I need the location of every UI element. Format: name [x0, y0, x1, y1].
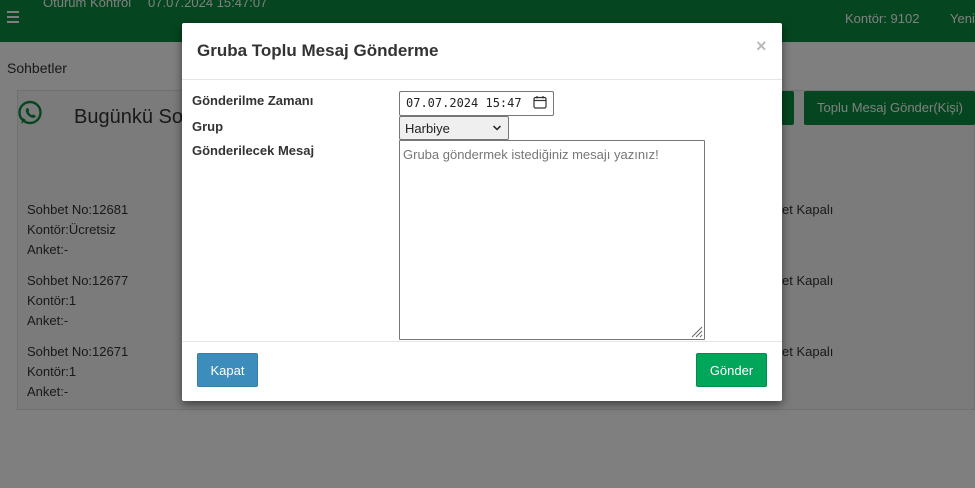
- resize-handle-icon[interactable]: [689, 324, 703, 338]
- send-time-input[interactable]: 07.07.2024 15:47: [399, 91, 554, 116]
- send-button[interactable]: Gönder: [696, 353, 767, 387]
- group-select[interactable]: Harbiye: [399, 116, 509, 140]
- modal-footer: Kapat Gönder: [182, 341, 782, 401]
- send-time-label: Gönderilme Zamanı: [192, 93, 314, 108]
- modal-header: Gruba Toplu Mesaj Gönderme ×: [182, 23, 782, 80]
- send-time-value: 07.07.2024 15:47: [406, 96, 522, 110]
- close-button[interactable]: Kapat: [197, 353, 258, 387]
- chevron-down-icon: [492, 125, 502, 131]
- message-placeholder: Gruba göndermek istediğiniz mesajı yazın…: [403, 147, 659, 162]
- close-icon[interactable]: ×: [756, 36, 767, 57]
- group-label: Grup: [192, 119, 224, 134]
- modal-title: Gruba Toplu Mesaj Gönderme: [197, 41, 439, 60]
- group-message-modal: Gruba Toplu Mesaj Gönderme × Gönderilme …: [182, 23, 782, 401]
- group-select-value: Harbiye: [405, 121, 450, 136]
- message-label: Gönderilecek Mesaj: [192, 143, 315, 158]
- message-textarea[interactable]: Gruba göndermek istediğiniz mesajı yazın…: [399, 140, 705, 340]
- calendar-icon[interactable]: [533, 95, 547, 109]
